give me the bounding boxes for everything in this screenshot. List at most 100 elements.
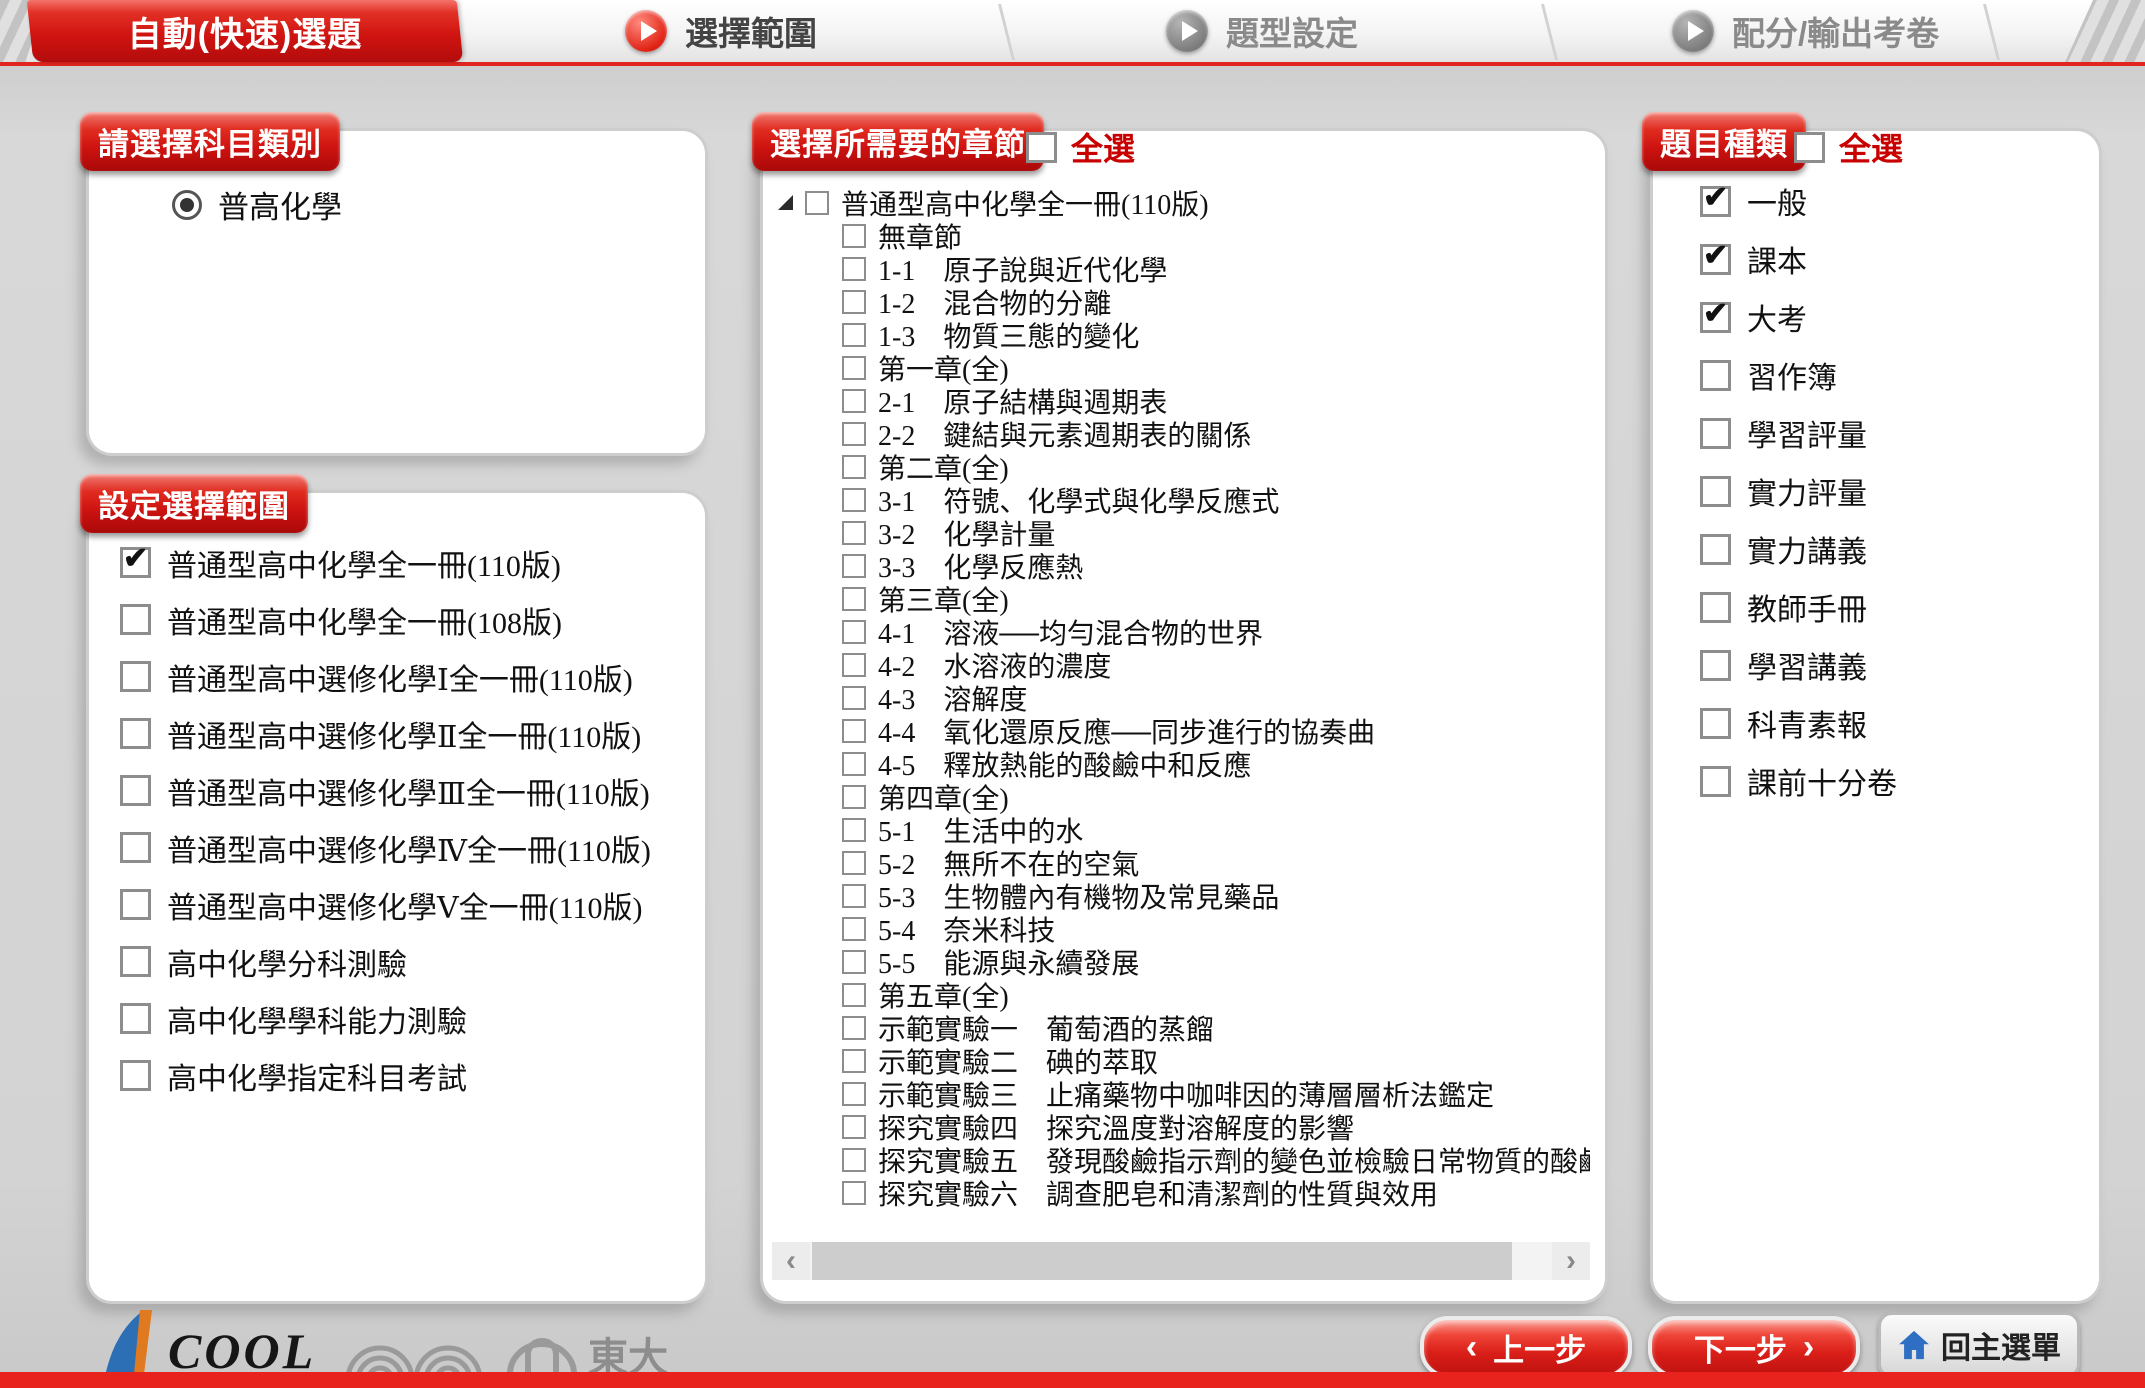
question-type-checkbox[interactable] (1700, 708, 1731, 739)
scroll-left-button[interactable]: ‹ (772, 1242, 810, 1280)
scope-item-checkbox[interactable] (120, 889, 151, 920)
question-type-item[interactable]: 實力評量 (1700, 462, 1897, 520)
scope-list-item[interactable]: 普通型高中選修化學Ⅱ全一冊(110版) (120, 705, 651, 762)
scroll-right-button[interactable]: › (1552, 1242, 1590, 1280)
tab-score-output[interactable]: 配分/輸出考卷 (1672, 0, 1939, 62)
chapter-row-checkbox[interactable] (842, 950, 866, 974)
chapter-row-checkbox[interactable] (842, 224, 866, 248)
scope-item-checkbox[interactable] (120, 1060, 151, 1091)
question-type-item[interactable]: 大考 (1700, 288, 1897, 346)
subject-radio-row[interactable]: 普高化學 (172, 182, 342, 227)
chapter-tree-row[interactable]: 1-3 物質三態的變化 (842, 318, 1590, 351)
chapter-tree-row[interactable]: 5-3 生物體內有機物及常見藥品 (842, 879, 1590, 912)
chapter-row-checkbox[interactable] (842, 785, 866, 809)
chapter-row-checkbox[interactable] (842, 389, 866, 413)
scope-list-item[interactable]: 普通型高中化學全一冊(108版) (120, 591, 651, 648)
chapter-row-checkbox[interactable] (842, 1115, 866, 1139)
scope-list-item[interactable]: 高中化學指定科目考試 (120, 1047, 651, 1104)
chapter-row-checkbox[interactable] (842, 851, 866, 875)
question-type-checkbox[interactable] (1700, 534, 1731, 565)
question-type-checkbox[interactable] (1700, 418, 1731, 449)
question-type-item[interactable]: 習作簿 (1700, 346, 1897, 404)
chapter-row-checkbox[interactable] (842, 554, 866, 578)
tab-question-type-settings[interactable]: 題型設定 (1166, 0, 1358, 62)
scope-item-checkbox[interactable] (120, 775, 151, 806)
subject-radio[interactable] (172, 190, 202, 220)
chapter-tree-row[interactable]: 1-2 混合物的分離 (842, 285, 1590, 318)
scope-list-item[interactable]: 普通型高中選修化學Ⅳ全一冊(110版) (120, 819, 651, 876)
question-type-item[interactable]: 一般 (1700, 172, 1897, 230)
scope-item-checkbox[interactable] (120, 661, 151, 692)
chapter-tree-row[interactable]: 3-1 符號、化學式與化學反應式 (842, 483, 1590, 516)
chapter-row-checkbox[interactable] (842, 521, 866, 545)
question-type-checkbox[interactable] (1700, 302, 1731, 333)
chapter-row-checkbox[interactable] (842, 653, 866, 677)
chapter-tree-row[interactable]: 示範實驗二 碘的萃取 (842, 1044, 1590, 1077)
chapter-horizontal-scrollbar[interactable]: ‹ › (772, 1242, 1590, 1280)
chapter-tree-row[interactable]: 示範實驗三 止痛藥物中咖啡因的薄層層析法鑑定 (842, 1077, 1590, 1110)
scope-item-checkbox[interactable] (120, 547, 151, 578)
chapter-tree-row[interactable]: 第二章(全) (842, 450, 1590, 483)
chapter-row-checkbox[interactable] (842, 587, 866, 611)
question-type-checkbox[interactable] (1700, 244, 1731, 275)
chapter-row-checkbox[interactable] (842, 620, 866, 644)
question-type-item[interactable]: 課前十分卷 (1700, 752, 1897, 810)
type-select-all-checkbox[interactable] (1794, 132, 1825, 163)
scope-item-checkbox[interactable] (120, 946, 151, 977)
chapter-select-all-checkbox[interactable] (1026, 132, 1057, 163)
chapter-tree-row[interactable]: 第五章(全) (842, 978, 1590, 1011)
chapter-row-checkbox[interactable] (842, 818, 866, 842)
scope-item-checkbox[interactable] (120, 718, 151, 749)
question-type-checkbox[interactable] (1700, 766, 1731, 797)
chapter-tree-row[interactable]: 5-1 生活中的水 (842, 813, 1590, 846)
question-type-checkbox[interactable] (1700, 476, 1731, 507)
chapter-row-checkbox[interactable] (842, 1148, 866, 1172)
chapter-row-checkbox[interactable] (842, 719, 866, 743)
chapter-row-checkbox[interactable] (842, 1016, 866, 1040)
question-type-checkbox[interactable] (1700, 592, 1731, 623)
chapter-tree-row[interactable]: 4-1 溶液──均勻混合物的世界 (842, 615, 1590, 648)
chapter-row-checkbox[interactable] (842, 1082, 866, 1106)
question-type-checkbox[interactable] (1700, 360, 1731, 391)
chapter-row-checkbox[interactable] (842, 290, 866, 314)
chapter-tree-row[interactable]: 4-5 釋放熱能的酸鹼中和反應 (842, 747, 1590, 780)
chapter-tree-row[interactable]: 3-2 化學計量 (842, 516, 1590, 549)
question-type-item[interactable]: 教師手冊 (1700, 578, 1897, 636)
chapter-tree-row[interactable]: 5-5 能源與永續發展 (842, 945, 1590, 978)
chapter-select-all[interactable]: 全選 (1026, 124, 1135, 170)
chapter-tree-row[interactable]: 示範實驗一 葡萄酒的蒸餾 (842, 1011, 1590, 1044)
tab-auto-quick-select[interactable]: 自動(快速)選題 (27, 0, 464, 62)
chapter-row-checkbox[interactable] (842, 488, 866, 512)
chapter-row-checkbox[interactable] (842, 356, 866, 380)
chapter-tree-row[interactable]: 探究實驗六 調查肥皂和清潔劑的性質與效用 (842, 1176, 1590, 1209)
chapter-tree-row[interactable]: 第三章(全) (842, 582, 1590, 615)
scope-list-item[interactable]: 普通型高中選修化學Ⅴ全一冊(110版) (120, 876, 651, 933)
prev-step-button[interactable]: ‹ 上一步 (1420, 1316, 1632, 1378)
chapter-row-checkbox[interactable] (842, 1181, 866, 1205)
chapter-tree-row[interactable]: 探究實驗五 發現酸鹼指示劑的變色並檢驗日常物質的酸鹼性 (842, 1143, 1590, 1176)
scope-list-item[interactable]: 普通型高中選修化學Ⅲ全一冊(110版) (120, 762, 651, 819)
chapter-row-checkbox[interactable] (842, 686, 866, 710)
next-step-button[interactable]: 下一步 › (1648, 1316, 1860, 1378)
type-select-all[interactable]: 全選 (1794, 124, 1903, 170)
chapter-row-checkbox[interactable] (842, 884, 866, 908)
chapter-tree-row[interactable]: 4-3 溶解度 (842, 681, 1590, 714)
chapter-tree-row[interactable]: 5-4 奈米科技 (842, 912, 1590, 945)
chapter-tree-root[interactable]: 普通型高中化學全一冊(110版) (778, 186, 1590, 219)
chapter-tree-row[interactable]: 4-4 氧化還原反應──同步進行的協奏曲 (842, 714, 1590, 747)
question-type-checkbox[interactable] (1700, 186, 1731, 217)
scope-item-checkbox[interactable] (120, 1003, 151, 1034)
chapter-tree-row[interactable]: 3-3 化學反應熱 (842, 549, 1590, 582)
chapter-tree-row[interactable]: 4-2 水溶液的濃度 (842, 648, 1590, 681)
chapter-tree-row[interactable]: 探究實驗四 探究溫度對溶解度的影響 (842, 1110, 1590, 1143)
chapter-row-checkbox[interactable] (842, 1049, 866, 1073)
scrollbar-thumb[interactable] (812, 1242, 1512, 1280)
chapter-row-checkbox[interactable] (842, 917, 866, 941)
chapter-tree-row[interactable]: 5-2 無所不在的空氣 (842, 846, 1590, 879)
question-type-item[interactable]: 課本 (1700, 230, 1897, 288)
chapter-row-checkbox[interactable] (842, 257, 866, 281)
question-type-item[interactable]: 學習講義 (1700, 636, 1897, 694)
scope-list-item[interactable]: 高中化學學科能力測驗 (120, 990, 651, 1047)
scope-list-item[interactable]: 普通型高中化學全一冊(110版) (120, 534, 651, 591)
chapter-row-checkbox[interactable] (842, 455, 866, 479)
